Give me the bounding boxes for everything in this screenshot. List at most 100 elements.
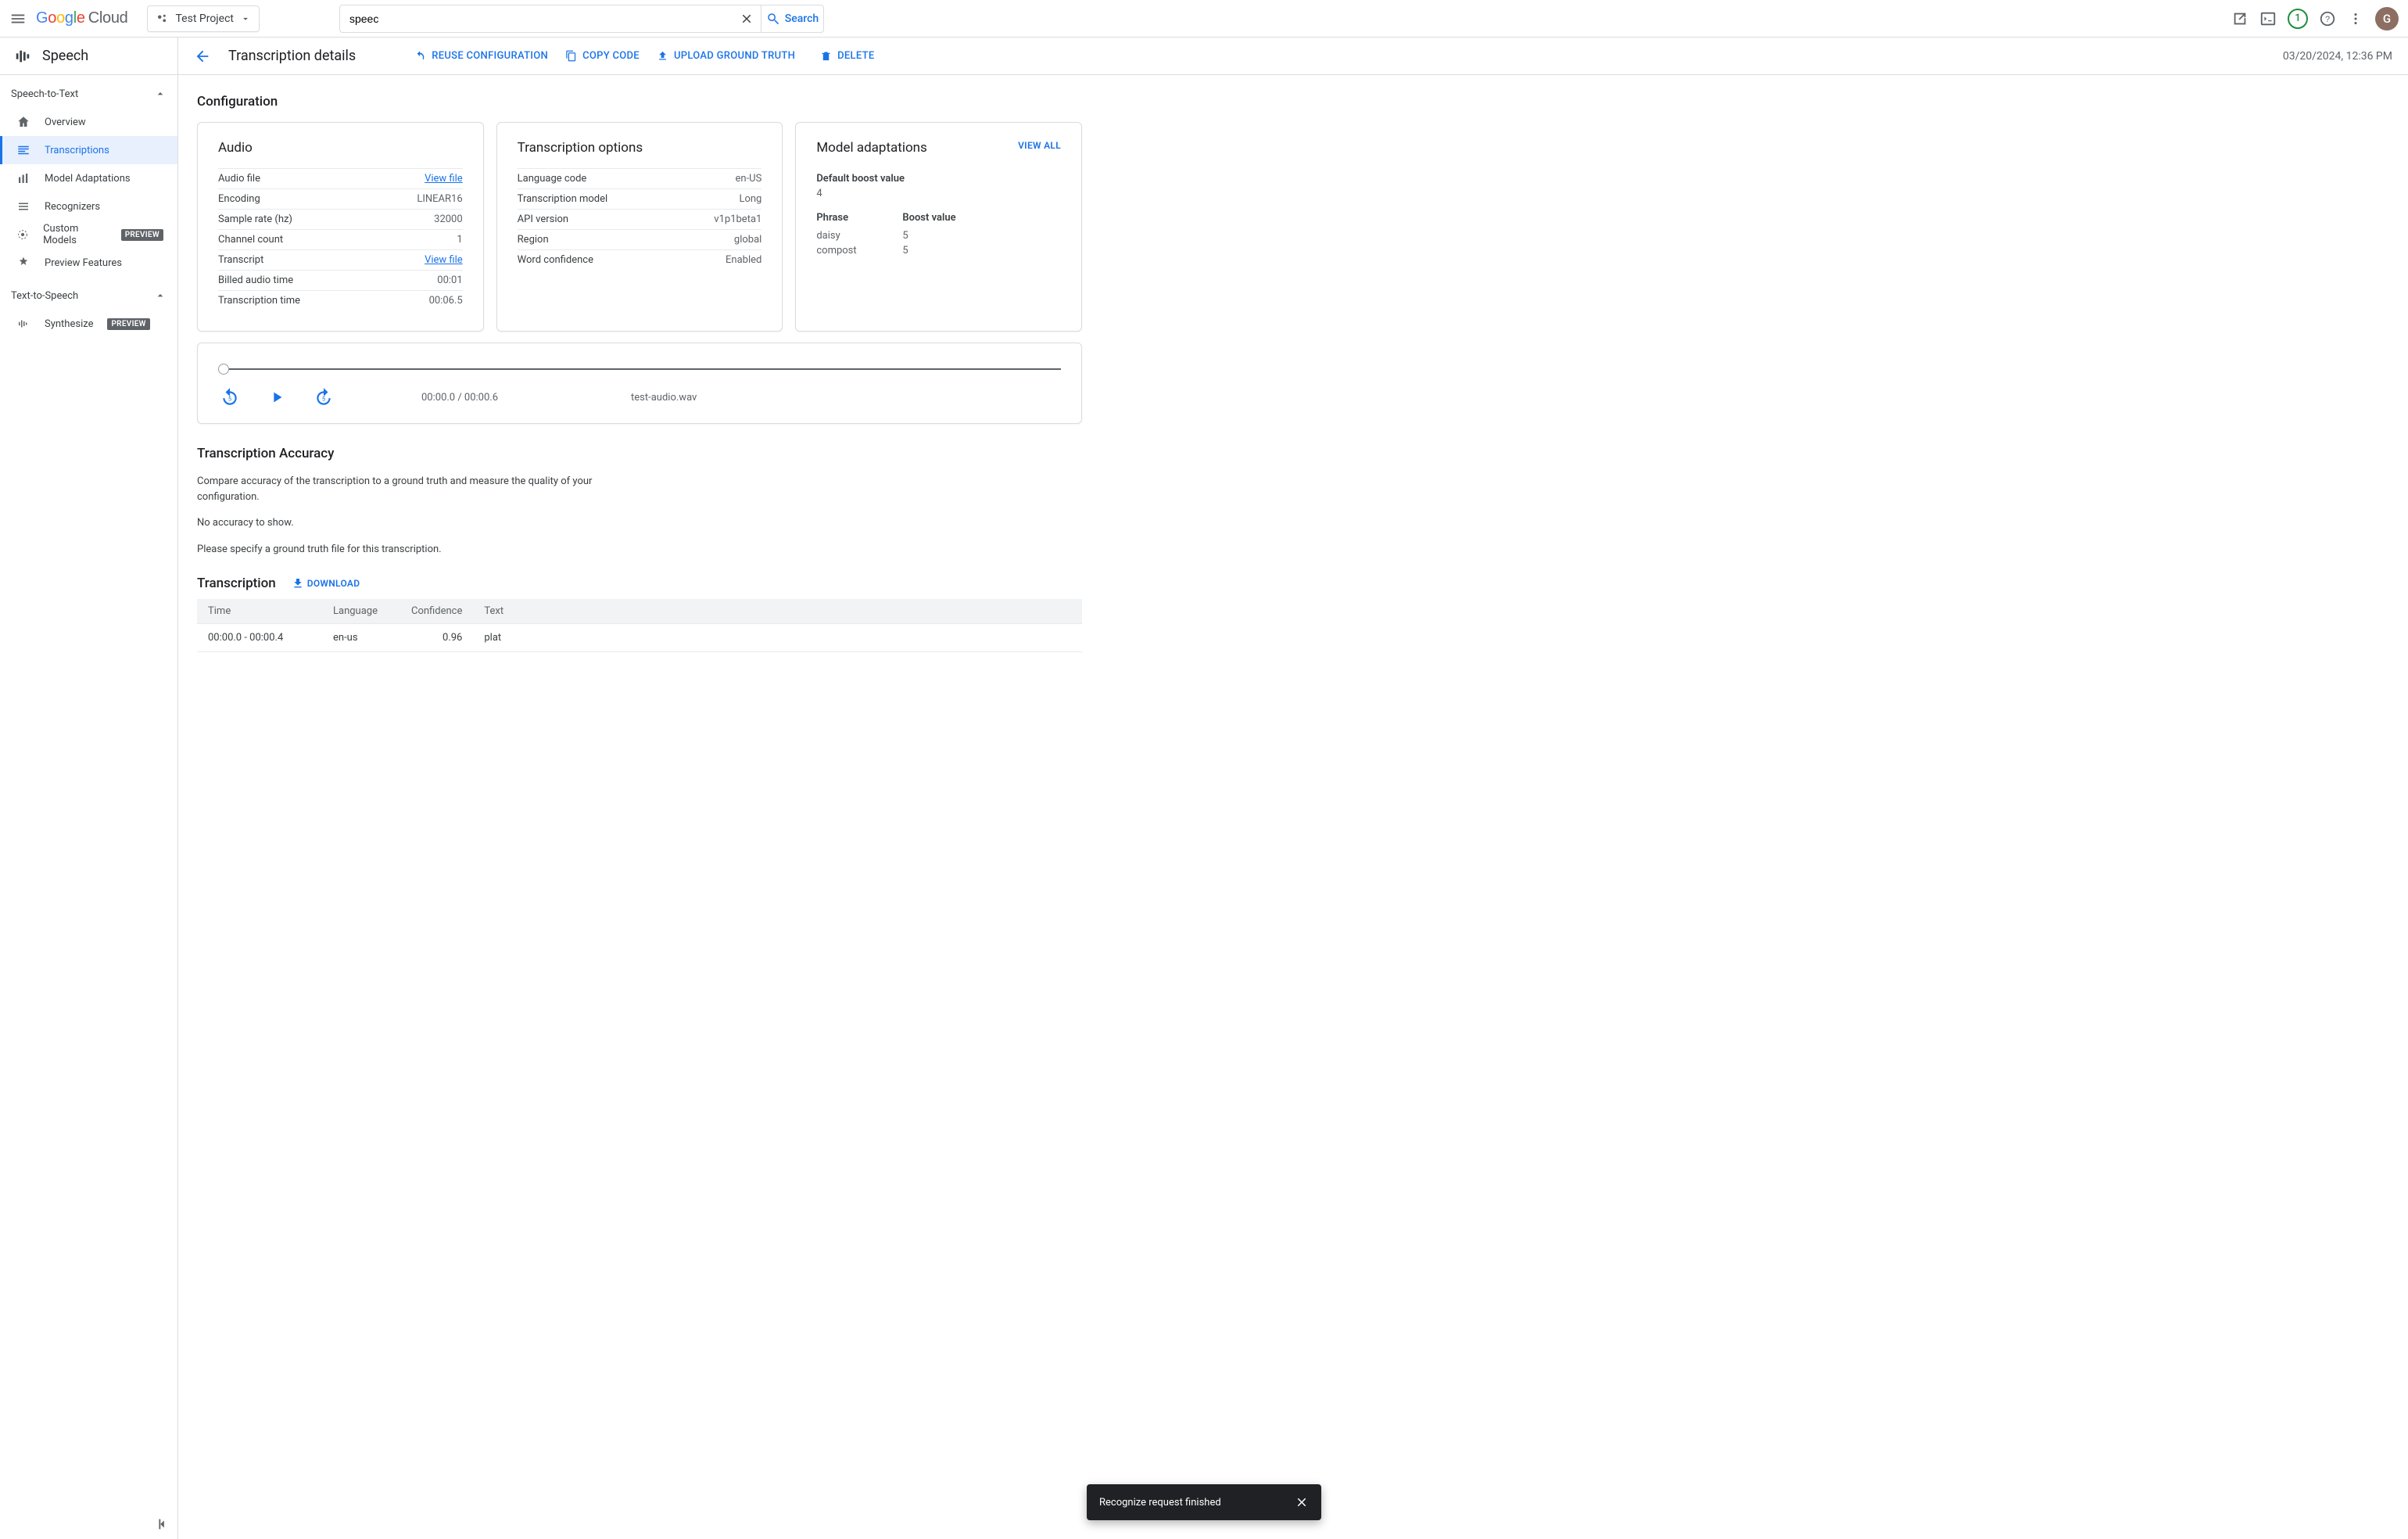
search-icon: [766, 12, 780, 26]
sidebar-item-label: Recognizers: [45, 201, 100, 213]
gemini-icon[interactable]: [2231, 10, 2249, 27]
player-time: 00:00.0 / 00:00.6: [421, 392, 498, 404]
more-icon[interactable]: [2347, 10, 2364, 27]
sidebar-section-text-to-speech[interactable]: Text-to-Speech: [0, 282, 177, 310]
kv-row: Transcription time00:06.5: [218, 290, 463, 310]
toast-message: Recognize request finished: [1099, 1497, 1221, 1509]
forward-5-button[interactable]: 5: [312, 386, 335, 409]
sidebar-item-label: Custom Models: [43, 223, 107, 246]
kv-row: EncodingLINEAR16: [218, 188, 463, 209]
kv-value: 32000: [434, 213, 463, 225]
sidebar-item-custom-models[interactable]: Custom Models PREVIEW: [0, 221, 177, 249]
boost-row: compost5: [816, 243, 1061, 258]
kv-value[interactable]: View file: [425, 173, 463, 185]
gcp-logo[interactable]: Google Cloud: [36, 9, 128, 27]
kv-key: Language code: [518, 173, 587, 185]
sidebar-item-model-adaptations[interactable]: Model Adaptations: [0, 164, 177, 192]
upload-ground-truth-button[interactable]: UPLOAD GROUND TRUTH: [657, 50, 795, 62]
search-button-label: Search: [785, 13, 819, 25]
audio-card-title: Audio: [218, 140, 463, 156]
logo-cloud-text: Cloud: [88, 9, 128, 27]
kv-value: 1: [457, 234, 462, 246]
kv-key: Transcript: [218, 254, 263, 266]
recognizers-icon: [16, 199, 30, 213]
product-title[interactable]: Speech: [0, 38, 177, 75]
player-thumb[interactable]: [218, 364, 229, 375]
kv-row: Regionglobal: [518, 229, 762, 249]
sidebar-item-overview[interactable]: Overview: [0, 108, 177, 136]
svg-text:5: 5: [228, 395, 231, 402]
synthesize-icon: [16, 317, 30, 331]
boost-row: daisy5: [816, 228, 1061, 243]
kv-row: API versionv1p1beta1: [518, 209, 762, 229]
player-track[interactable]: [218, 368, 1061, 370]
search-bar: Search: [339, 5, 824, 33]
header-right: 1 ? G: [2231, 7, 2399, 30]
audio-card: Audio Audio file View file EncodingLINEAR1…: [197, 122, 484, 332]
search-button[interactable]: Search: [761, 5, 823, 32]
transcription-table: Time Language Confidence Text 00:00.0 - …: [197, 599, 1082, 652]
reuse-config-button[interactable]: REUSE CONFIGURATION: [414, 50, 548, 63]
sidebar-item-recognizers[interactable]: Recognizers: [0, 192, 177, 221]
sidebar-item-preview-features[interactable]: Preview Features: [0, 249, 177, 277]
kv-row: Audio file View file: [218, 168, 463, 188]
cell-confidence: 0.96: [400, 624, 473, 652]
search-input[interactable]: [340, 5, 733, 32]
accuracy-desc: Compare accuracy of the transcription to…: [197, 474, 604, 504]
project-name: Test Project: [176, 13, 234, 25]
project-icon: [156, 12, 170, 26]
kv-row: Billed audio time00:01: [218, 270, 463, 290]
preview-badge: PREVIEW: [121, 229, 163, 241]
sidebar-item-label: Preview Features: [45, 257, 122, 269]
clear-search-icon[interactable]: [733, 12, 761, 26]
play-button[interactable]: [265, 386, 288, 409]
speech-icon: [14, 48, 31, 65]
toast-close-icon[interactable]: [1295, 1495, 1309, 1509]
configuration-heading: Configuration: [197, 94, 1082, 109]
kv-value[interactable]: View file: [425, 254, 463, 266]
options-card-title: Transcription options: [518, 140, 762, 156]
kv-row: Channel count 1: [218, 229, 463, 249]
audio-player: 5 5 00:00.0 / 00:00.6 test-audio.wav: [197, 343, 1082, 424]
transcription-heading: Transcription: [197, 576, 276, 591]
svg-text:?: ?: [2325, 15, 2330, 24]
sidebar-section-speech-to-text[interactable]: Speech-to-Text: [0, 80, 177, 108]
col-language: Language: [322, 599, 400, 624]
preview-features-icon: [16, 256, 30, 270]
delete-button[interactable]: DELETE: [820, 50, 874, 62]
preview-badge: PREVIEW: [107, 318, 149, 330]
options-card: Transcription options Language codeen-US…: [496, 122, 783, 332]
kv-key: API version: [518, 213, 568, 225]
transcription-section: Transcription DOWNLOAD Time Language Con…: [197, 576, 1082, 652]
overview-icon: [16, 115, 30, 129]
boost-value: 5: [902, 245, 908, 256]
cell-language: en-us: [322, 624, 400, 652]
transcriptions-icon: [16, 143, 30, 157]
project-selector[interactable]: Test Project: [147, 5, 260, 32]
cloudshell-icon[interactable]: [2259, 10, 2277, 27]
main-content: Transcription details REUSE CONFIGURATIO…: [178, 38, 2408, 1539]
kv-row: Word confidenceEnabled: [518, 249, 762, 270]
accuracy-heading: Transcription Accuracy: [197, 446, 1082, 461]
chevron-up-icon: [154, 88, 167, 100]
kv-key: Encoding: [218, 193, 260, 205]
kv-key: Audio file: [218, 173, 260, 185]
view-all-link[interactable]: VIEW ALL: [1018, 140, 1061, 151]
kv-key: Channel count: [218, 234, 283, 246]
cell-text: plat: [473, 624, 1082, 652]
help-icon[interactable]: ?: [2319, 10, 2336, 27]
kv-value: global: [734, 234, 761, 246]
sidebar-item-transcriptions[interactable]: Transcriptions: [0, 136, 177, 164]
back-button[interactable]: [194, 48, 211, 65]
collapse-sidebar-icon[interactable]: [154, 1516, 171, 1533]
rewind-5-button[interactable]: 5: [218, 386, 242, 409]
download-button[interactable]: DOWNLOAD: [292, 577, 360, 590]
sidebar-item-label: Transcriptions: [45, 145, 109, 156]
sidebar-item-synthesize[interactable]: SynthesizePREVIEW: [0, 310, 177, 338]
kv-key: Sample rate (hz): [218, 213, 292, 225]
free-trial-badge[interactable]: 1: [2288, 9, 2308, 29]
copy-code-button[interactable]: COPY CODE: [565, 50, 640, 62]
kv-value: Long: [739, 193, 761, 205]
hamburger-icon[interactable]: [9, 10, 27, 27]
avatar[interactable]: G: [2375, 7, 2399, 30]
